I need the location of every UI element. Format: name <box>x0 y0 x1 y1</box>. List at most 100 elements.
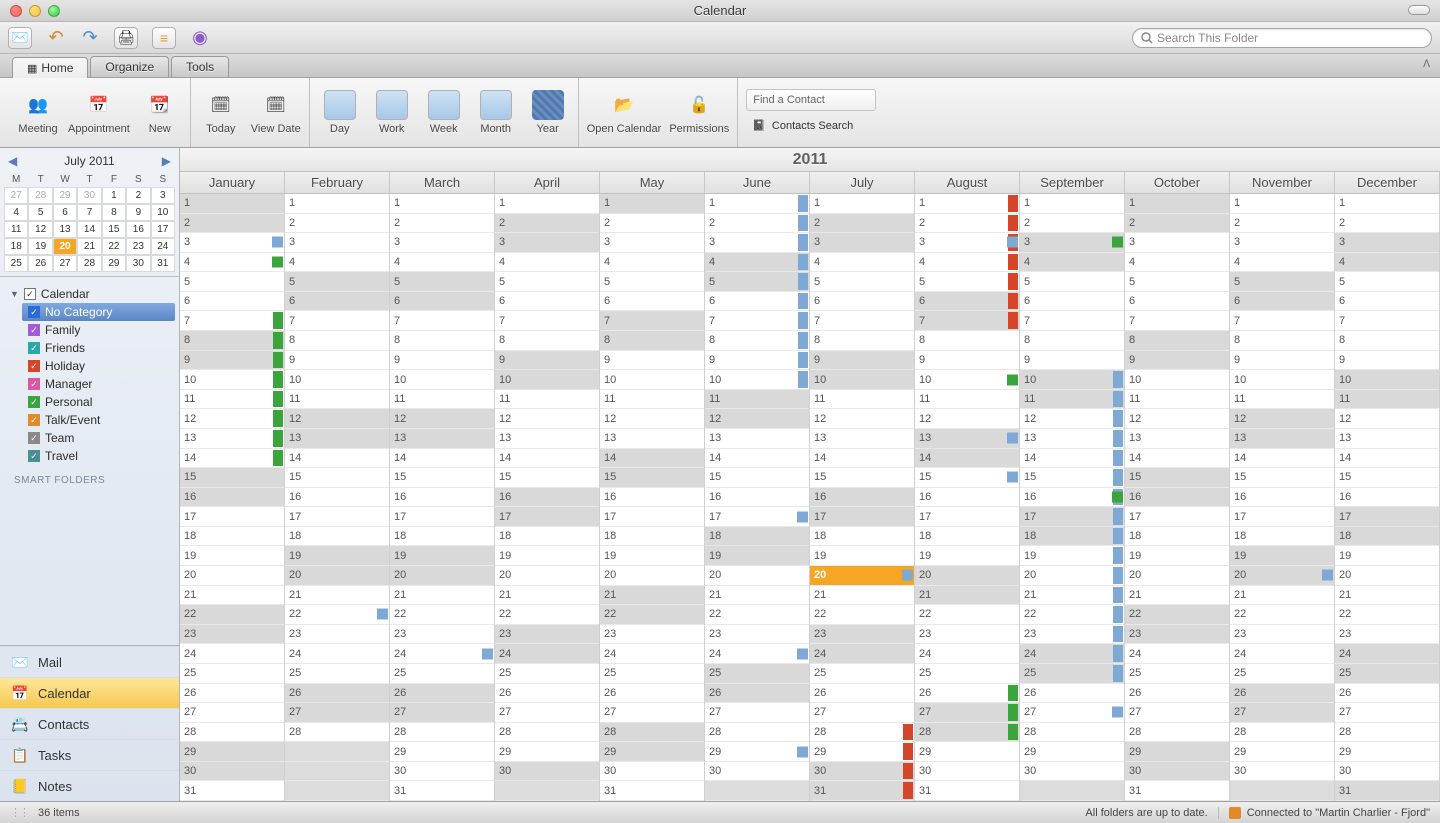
day-cell[interactable]: 24 <box>495 644 599 664</box>
day-cell[interactable]: 4 <box>1230 253 1334 273</box>
day-cell[interactable]: 25 <box>285 664 389 684</box>
event-span[interactable] <box>273 312 283 329</box>
day-cell[interactable]: 22 <box>705 605 809 625</box>
day-cell[interactable]: 25 <box>1335 664 1439 684</box>
day-cell[interactable]: 10 <box>600 370 704 390</box>
day-cell[interactable]: 27 <box>495 703 599 723</box>
day-cell[interactable]: 9 <box>1125 351 1229 371</box>
day-cell[interactable]: 24 <box>180 644 284 664</box>
day-cell[interactable]: 26 <box>390 684 494 704</box>
day-cell[interactable]: 16 <box>495 488 599 508</box>
day-cell[interactable]: 18 <box>705 527 809 547</box>
day-cell[interactable]: 2 <box>1230 214 1334 234</box>
month-header[interactable]: August <box>915 172 1020 193</box>
day-cell[interactable]: 15 <box>495 468 599 488</box>
day-cell[interactable]: 27 <box>915 703 1019 723</box>
day-cell[interactable]: 11 <box>915 390 1019 410</box>
event-span[interactable] <box>1113 606 1123 623</box>
day-cell[interactable]: 12 <box>390 409 494 429</box>
day-cell[interactable]: 14 <box>810 449 914 469</box>
day-cell[interactable]: 30 <box>600 762 704 782</box>
day-cell[interactable]: 14 <box>1335 449 1439 469</box>
day-cell[interactable]: 5 <box>1335 272 1439 292</box>
month-header[interactable]: March <box>390 172 495 193</box>
day-cell[interactable]: 9 <box>1335 351 1439 371</box>
day-cell[interactable]: 18 <box>180 527 284 547</box>
appointment-button[interactable]: 📅Appointment <box>68 90 130 135</box>
day-cell[interactable]: 27 <box>1125 703 1229 723</box>
day-cell[interactable]: 2 <box>1335 214 1439 234</box>
day-cell[interactable]: 4 <box>495 253 599 273</box>
event-marker[interactable] <box>1007 472 1018 483</box>
mini-day[interactable]: 28 <box>77 255 101 272</box>
day-cell[interactable]: 11 <box>1335 390 1439 410</box>
day-cell[interactable]: 20 <box>180 566 284 586</box>
viewdate-button[interactable]: 🗓View Date <box>251 90 301 135</box>
day-cell[interactable]: 18 <box>1125 527 1229 547</box>
day-cell[interactable]: 15 <box>285 468 389 488</box>
event-marker[interactable] <box>797 746 808 757</box>
day-cell[interactable]: 17 <box>1335 507 1439 527</box>
mini-day[interactable]: 18 <box>4 238 28 255</box>
day-cell[interactable]: 9 <box>1230 351 1334 371</box>
month-header[interactable]: January <box>180 172 285 193</box>
day-cell[interactable]: 4 <box>705 253 809 273</box>
day-cell[interactable]: 2 <box>810 214 914 234</box>
event-span[interactable] <box>1008 312 1018 329</box>
category-checkbox[interactable]: ✓ <box>28 306 40 318</box>
day-cell[interactable]: 13 <box>705 429 809 449</box>
day-cell[interactable]: 12 <box>1125 409 1229 429</box>
event-span[interactable] <box>273 332 283 349</box>
day-cell[interactable]: 2 <box>390 214 494 234</box>
day-cell[interactable]: 4 <box>1125 253 1229 273</box>
day-cell[interactable]: 10 <box>1230 370 1334 390</box>
day-cell[interactable]: 17 <box>390 507 494 527</box>
day-cell[interactable]: 19 <box>1020 546 1124 566</box>
day-cell[interactable]: 17 <box>600 507 704 527</box>
event-marker[interactable] <box>797 648 808 659</box>
day-cell[interactable]: 4 <box>600 253 704 273</box>
day-cell[interactable]: 19 <box>1125 546 1229 566</box>
day-cell[interactable]: 1 <box>705 194 809 214</box>
day-cell[interactable]: 1 <box>600 194 704 214</box>
month-header[interactable]: December <box>1335 172 1440 193</box>
day-cell[interactable]: 31 <box>1125 781 1229 801</box>
event-span[interactable] <box>273 410 283 427</box>
year-view-button[interactable]: Year <box>526 90 570 135</box>
day-cell[interactable]: 6 <box>1230 292 1334 312</box>
day-cell[interactable]: 19 <box>915 546 1019 566</box>
day-cell[interactable]: 29 <box>180 742 284 762</box>
day-cell[interactable]: 21 <box>705 586 809 606</box>
day-cell[interactable]: 16 <box>390 488 494 508</box>
checkbox[interactable]: ✓ <box>24 288 36 300</box>
day-cell[interactable]: 19 <box>1230 546 1334 566</box>
day-cell[interactable]: 19 <box>600 546 704 566</box>
day-cell[interactable]: 19 <box>705 546 809 566</box>
day-cell[interactable]: 18 <box>1020 527 1124 547</box>
day-cell[interactable]: 14 <box>1125 449 1229 469</box>
day-cell[interactable]: 1 <box>810 194 914 214</box>
day-cell[interactable]: 19 <box>180 546 284 566</box>
day-cell[interactable]: 1 <box>1020 194 1124 214</box>
category-item[interactable]: ✓Holiday <box>22 357 175 375</box>
day-cell[interactable]: 22 <box>180 605 284 625</box>
day-cell[interactable]: 14 <box>1230 449 1334 469</box>
day-cell[interactable]: 8 <box>1125 331 1229 351</box>
day-cell[interactable]: 5 <box>1020 272 1124 292</box>
week-view-button[interactable]: Week <box>422 90 466 135</box>
day-cell[interactable]: 5 <box>1230 272 1334 292</box>
day-cell[interactable]: 30 <box>915 762 1019 782</box>
event-span[interactable] <box>1113 567 1123 584</box>
event-marker[interactable] <box>482 648 493 659</box>
event-span[interactable] <box>903 724 913 741</box>
event-span[interactable] <box>798 352 808 369</box>
day-cell[interactable]: 29 <box>1335 742 1439 762</box>
day-cell[interactable]: 20 <box>600 566 704 586</box>
day-cell[interactable]: 24 <box>285 644 389 664</box>
next-month-button[interactable]: ▶ <box>162 154 171 168</box>
day-cell[interactable]: 2 <box>1020 214 1124 234</box>
day-cell[interactable]: 9 <box>285 351 389 371</box>
collapse-ribbon-icon[interactable]: ᐱ <box>1423 59 1430 70</box>
day-cell[interactable]: 27 <box>180 703 284 723</box>
day-cell[interactable]: 9 <box>1020 351 1124 371</box>
